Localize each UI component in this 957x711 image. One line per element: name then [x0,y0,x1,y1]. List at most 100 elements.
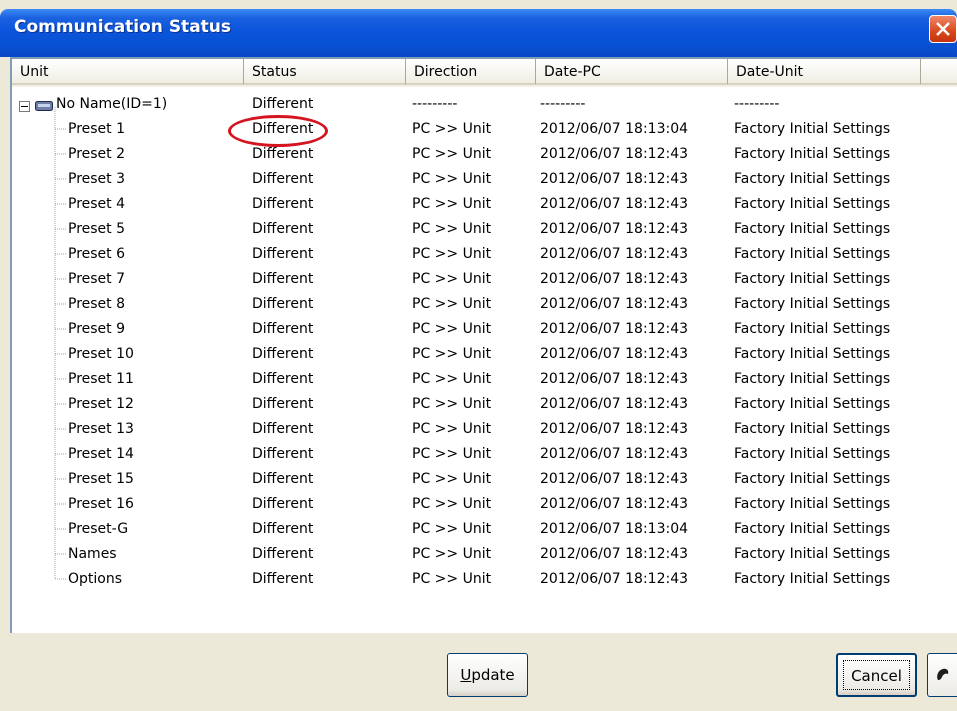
table-row[interactable]: Names Different PC >> Unit 2012/06/07 18:12… [12,542,957,567]
row-unit: Preset 14 [68,446,134,462]
tree-root-row[interactable]: No Name(ID=1) Different --------- ------… [12,92,957,117]
row-status: Different [252,196,314,212]
row-date-unit: Factory Initial Settings [734,471,891,487]
row-status: Different [252,246,314,262]
status-list[interactable]: Unit Status Direction Date-PC Date-Unit … [10,57,957,633]
row-unit: Preset 11 [68,371,134,387]
update-button-label: pdate [471,666,515,684]
row-date-unit: Factory Initial Settings [734,171,891,187]
row-direction: PC >> Unit [412,296,492,312]
row-date-unit: Factory Initial Settings [734,196,891,212]
row-date-unit: Factory Initial Settings [734,446,891,462]
row-unit: Preset 2 [68,146,126,162]
update-mnemonic: U [460,666,472,684]
row-direction: PC >> Unit [412,221,492,237]
row-unit: Preset 6 [68,246,126,262]
device-unit-icon [35,101,53,111]
row-unit: Preset 12 [68,396,134,412]
root-status: Different [252,96,314,112]
table-row[interactable]: Preset 16 Different PC >> Unit 2012/06/07 1… [12,492,957,517]
row-unit: Preset 15 [68,471,134,487]
row-status: Different [252,171,314,187]
row-date-unit: Factory Initial Settings [734,321,891,337]
row-direction: PC >> Unit [412,396,492,412]
update-button[interactable]: Update [447,653,528,697]
row-direction: PC >> Unit [412,346,492,362]
row-status: Different [252,271,314,287]
close-button[interactable] [929,15,957,43]
table-row[interactable]: Preset 10 Different PC >> Unit 2012/06/07 1… [12,342,957,367]
row-date-pc: 2012/06/07 18:12:43 [540,246,689,262]
table-row[interactable]: Preset 7 Different PC >> Unit 2012/06/07 18… [12,267,957,292]
row-status: Different [252,396,314,412]
tree-collapse-icon[interactable] [19,101,30,112]
help-icon [937,668,949,680]
row-date-pc: 2012/06/07 18:12:43 [540,296,689,312]
extra-button[interactable] [927,653,957,697]
row-status: Different [252,221,314,237]
table-row[interactable]: Preset 1 Different PC >> Unit 2012/06/07 18… [12,117,957,142]
table-row[interactable]: Preset 11 Different PC >> Unit 2012/06/07 1… [12,367,957,392]
row-date-pc: 2012/06/07 18:12:43 [540,321,689,337]
row-date-pc: 2012/06/07 18:12:43 [540,446,689,462]
table-row[interactable]: Preset 13 Different PC >> Unit 2012/06/07 1… [12,417,957,442]
row-unit: Preset 4 [68,196,126,212]
row-status: Different [252,346,314,362]
row-date-unit: Factory Initial Settings [734,121,891,137]
table-row[interactable]: Preset 5 Different PC >> Unit 2012/06/07 18… [12,217,957,242]
column-header-filler [921,59,957,85]
cancel-button-label: Cancel [843,660,910,690]
row-status: Different [252,571,314,587]
row-date-pc: 2012/06/07 18:12:43 [540,371,689,387]
row-date-pc: 2012/06/07 18:12:43 [540,171,689,187]
close-icon [936,22,950,36]
row-status: Different [252,321,314,337]
row-direction: PC >> Unit [412,196,492,212]
table-row[interactable]: Preset 4 Different PC >> Unit 2012/06/07 18… [12,192,957,217]
title-bar[interactable]: Communication Status [0,0,957,57]
row-date-unit: Factory Initial Settings [734,246,891,262]
row-direction: PC >> Unit [412,421,492,437]
row-direction: PC >> Unit [412,271,492,287]
row-unit: Options [68,571,123,587]
row-date-pc: 2012/06/07 18:12:43 [540,546,689,562]
table-row[interactable]: Preset 15 Different PC >> Unit 2012/06/07 1… [12,467,957,492]
row-date-pc: 2012/06/07 18:12:43 [540,496,689,512]
row-date-unit: Factory Initial Settings [734,496,891,512]
row-direction: PC >> Unit [412,371,492,387]
table-row[interactable]: Preset 2 Different PC >> Unit 2012/06/07 18… [12,142,957,167]
row-unit: Preset 9 [68,321,126,337]
list-header: Unit Status Direction Date-PC Date-Unit [12,59,957,87]
table-row[interactable]: Preset 9 Different PC >> Unit 2012/06/07 18… [12,317,957,342]
row-unit: Preset-G [68,521,129,537]
column-header-status[interactable]: Status [244,59,406,85]
highlight-annotation [228,115,328,147]
table-row[interactable]: Preset 6 Different PC >> Unit 2012/06/07 18… [12,242,957,267]
column-header-direction[interactable]: Direction [406,59,536,85]
column-header-date-unit[interactable]: Date-Unit [728,59,921,85]
root-direction: --------- [412,96,458,112]
table-row[interactable]: Preset 3 Different PC >> Unit 2012/06/07 18… [12,167,957,192]
table-row[interactable]: Preset 14 Different PC >> Unit 2012/06/07 1… [12,442,957,467]
row-status: Different [252,421,314,437]
row-date-unit: Factory Initial Settings [734,221,891,237]
row-status: Different [252,471,314,487]
column-header-date-pc[interactable]: Date-PC [536,59,728,85]
row-status: Different [252,371,314,387]
cancel-button[interactable]: Cancel [836,653,917,697]
row-unit: Preset 7 [68,271,126,287]
row-unit: Preset 16 [68,496,134,512]
table-row[interactable]: Options Different PC >> Unit 2012/06/07 18:… [12,567,957,592]
table-row[interactable]: Preset 8 Different PC >> Unit 2012/06/07 18… [12,292,957,317]
table-row[interactable]: Preset 12 Different PC >> Unit 2012/06/07 1… [12,392,957,417]
table-row[interactable]: Preset-G Different PC >> Unit 2012/06/07 18… [12,517,957,542]
row-date-pc: 2012/06/07 18:12:43 [540,471,689,487]
row-date-unit: Factory Initial Settings [734,296,891,312]
root-date-unit: --------- [734,96,780,112]
row-date-pc: 2012/06/07 18:12:43 [540,146,689,162]
row-date-unit: Factory Initial Settings [734,571,891,587]
row-status: Different [252,446,314,462]
row-status: Different [252,496,314,512]
row-date-pc: 2012/06/07 18:12:43 [540,221,689,237]
row-date-unit: Factory Initial Settings [734,521,891,537]
